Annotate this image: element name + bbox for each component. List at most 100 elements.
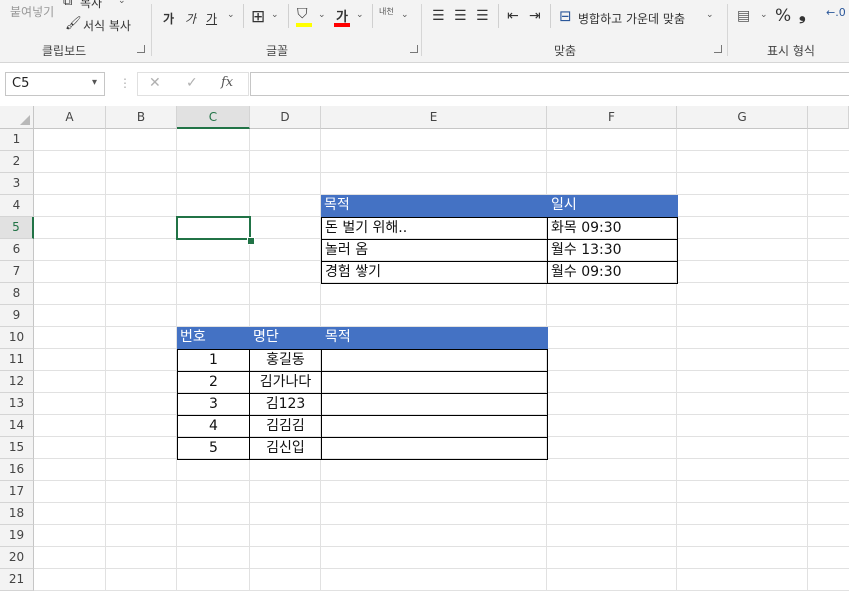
row-header-9[interactable]: 9: [0, 305, 34, 327]
accounting-dropdown-chevron-icon[interactable]: ⌄: [760, 10, 768, 20]
increase-decimal-icon[interactable]: ←.0: [826, 6, 846, 19]
table2-cell[interactable]: 홍길동: [249, 349, 322, 372]
clipboard-launcher-icon[interactable]: [137, 45, 145, 53]
formula-input[interactable]: [250, 72, 849, 96]
underline-dropdown-chevron-icon[interactable]: ⌄: [227, 10, 235, 20]
table2-header-name[interactable]: 명단: [250, 327, 322, 349]
worksheet-grid[interactable]: ABCDEFG 1 2 3 4 5 6 7 8 9 10 11 12 13 14 15 16 17 18 19 20 2…: [0, 106, 849, 591]
phonetic-guide-button[interactable]: 내천: [379, 6, 394, 17]
table2-cell[interactable]: [321, 437, 548, 460]
table2-cell[interactable]: 김123: [249, 393, 322, 416]
table2-cell[interactable]: [321, 393, 548, 416]
name-box-dropdown-chevron-icon[interactable]: ▾: [92, 77, 97, 88]
row-header-5[interactable]: 5: [0, 217, 34, 239]
row-header-1[interactable]: 1: [0, 129, 34, 151]
align-center-icon[interactable]: ☰: [454, 8, 467, 24]
fill-color-dropdown-chevron-icon[interactable]: ⌄: [318, 10, 326, 20]
table2-cell[interactable]: 1: [177, 349, 250, 372]
alignment-launcher-icon[interactable]: [714, 45, 722, 53]
table2-cell[interactable]: 김가나다: [249, 371, 322, 394]
column-header-b[interactable]: B: [106, 106, 177, 129]
row-header-8[interactable]: 8: [0, 283, 34, 305]
column-header-a[interactable]: A: [34, 106, 106, 129]
italic-button[interactable]: 가: [185, 10, 196, 27]
table2-header-number[interactable]: 번호: [177, 327, 250, 349]
table2-cell[interactable]: [321, 371, 548, 394]
name-box[interactable]: C5 ▾: [5, 72, 105, 96]
table2-cell[interactable]: 5: [177, 437, 250, 460]
font-color-dropdown-chevron-icon[interactable]: ⌄: [356, 10, 364, 20]
bold-button[interactable]: 가: [163, 10, 174, 27]
cancel-icon[interactable]: ✕: [149, 75, 161, 91]
column-header-c[interactable]: C: [177, 106, 250, 129]
table2-cell[interactable]: 2: [177, 371, 250, 394]
phonetic-dropdown-chevron-icon[interactable]: ⌄: [401, 10, 409, 20]
table2-cell[interactable]: [321, 349, 548, 372]
table1-cell[interactable]: 월수 13:30: [547, 239, 678, 262]
merge-center-icon[interactable]: ⊟: [559, 7, 572, 25]
borders-icon[interactable]: ⊞: [251, 7, 265, 27]
row-header-15[interactable]: 15: [0, 437, 34, 459]
table2-cell[interactable]: 김김김: [249, 415, 322, 438]
select-all-corner[interactable]: [0, 106, 34, 129]
row-header-19[interactable]: 19: [0, 525, 34, 547]
row-header-17[interactable]: 17: [0, 481, 34, 503]
table1-cell[interactable]: 돈 벌기 위해..: [321, 217, 548, 240]
row-header-2[interactable]: 2: [0, 151, 34, 173]
formula-bar-grip-icon: ⋮: [119, 76, 131, 90]
accounting-format-icon[interactable]: ▤: [737, 8, 750, 24]
paste-button[interactable]: 붙여넣기: [10, 3, 54, 20]
column-header-d[interactable]: D: [250, 106, 321, 129]
row-header-18[interactable]: 18: [0, 503, 34, 525]
column-header-e[interactable]: E: [321, 106, 547, 129]
insert-function-icon[interactable]: fx: [221, 75, 233, 90]
enter-icon[interactable]: ✓: [186, 75, 198, 91]
row-header-16[interactable]: 16: [0, 459, 34, 481]
table2-cell[interactable]: 김신입: [249, 437, 322, 460]
column-header-next[interactable]: [808, 106, 849, 129]
table1-cell[interactable]: 화목 09:30: [547, 217, 678, 240]
merge-center-button[interactable]: 병합하고 가운데 맞춤: [578, 10, 685, 27]
copy-button[interactable]: 복사: [80, 0, 102, 11]
align-left-icon[interactable]: ☰: [432, 8, 445, 24]
row-header-6[interactable]: 6: [0, 239, 34, 261]
percent-button[interactable]: %: [775, 6, 791, 26]
underline-button[interactable]: 가: [206, 10, 217, 27]
table1-cell[interactable]: 놀러 옴: [321, 239, 548, 262]
table2-cell[interactable]: 3: [177, 393, 250, 416]
table2-cell[interactable]: [321, 415, 548, 438]
comma-style-button[interactable]: ❟: [799, 5, 806, 25]
decrease-indent-icon[interactable]: ⇤: [507, 8, 519, 24]
table1-header-purpose[interactable]: 목적: [321, 195, 548, 217]
table-roster: 번호 명단 목적 1 홍길동 2 김가나다 3 김123 4 김김김 5 김신입: [177, 327, 548, 460]
row-header-14[interactable]: 14: [0, 415, 34, 437]
row-header-7[interactable]: 7: [0, 261, 34, 283]
column-header-g[interactable]: G: [677, 106, 808, 129]
format-painter-button[interactable]: 서식 복사: [83, 17, 131, 34]
row-header-4[interactable]: 4: [0, 195, 34, 217]
fill-color-icon[interactable]: ⛉: [297, 6, 308, 22]
row-header-13[interactable]: 13: [0, 393, 34, 415]
align-right-icon[interactable]: ☰: [476, 8, 489, 24]
table1-cell[interactable]: 경험 쌓기: [321, 261, 548, 284]
table1-header-datetime[interactable]: 일시: [548, 195, 678, 217]
ribbon: 붙여넣기 ⧉ 복사 ⌄ 🖌 서식 복사 클립보드 가 가 가 ⌄ ⊞ ⌄ ⛉ ⌄…: [0, 0, 849, 63]
row-header-12[interactable]: 12: [0, 371, 34, 393]
gridline-horizontal: [34, 502, 849, 503]
row-header-11[interactable]: 11: [0, 349, 34, 371]
row-header-20[interactable]: 20: [0, 547, 34, 569]
active-cell-c5[interactable]: [176, 216, 251, 240]
table1-cell[interactable]: 월수 09:30: [547, 261, 678, 284]
table2-cell[interactable]: 4: [177, 415, 250, 438]
column-header-f[interactable]: F: [547, 106, 677, 129]
row-header-3[interactable]: 3: [0, 173, 34, 195]
fill-handle[interactable]: [247, 237, 255, 245]
font-launcher-icon[interactable]: [410, 45, 418, 53]
row-header-21[interactable]: 21: [0, 569, 34, 591]
increase-indent-icon[interactable]: ⇥: [529, 8, 541, 24]
copy-dropdown-chevron-icon[interactable]: ⌄: [118, 0, 126, 6]
table2-header-purpose[interactable]: 목적: [322, 327, 548, 349]
merge-dropdown-chevron-icon[interactable]: ⌄: [706, 10, 714, 20]
borders-dropdown-chevron-icon[interactable]: ⌄: [271, 10, 279, 20]
row-header-10[interactable]: 10: [0, 327, 34, 349]
